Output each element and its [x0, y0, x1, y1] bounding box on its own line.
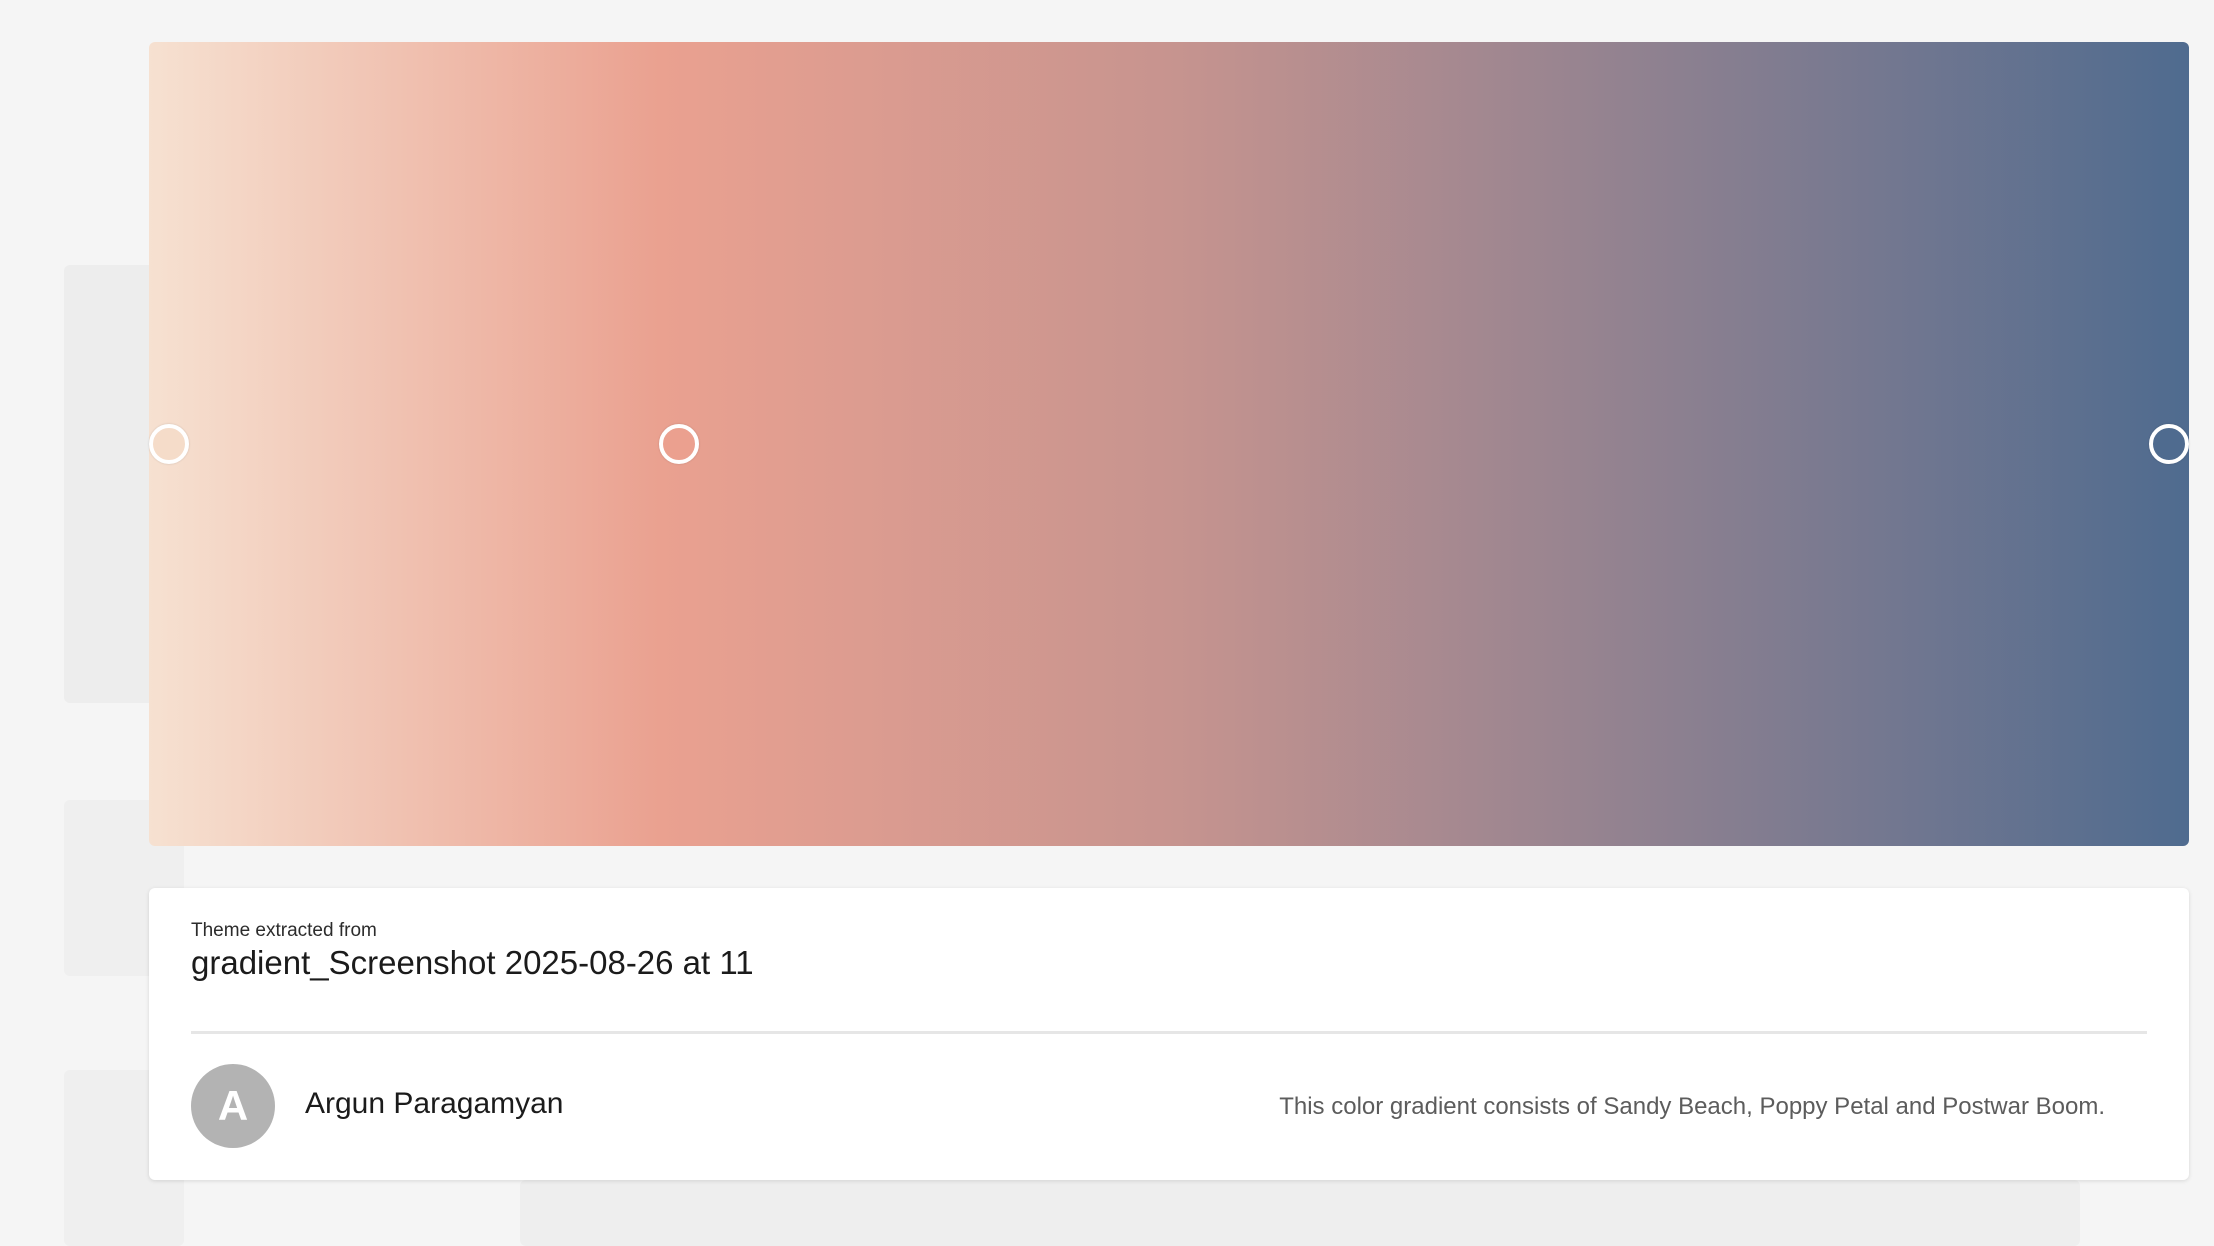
author-name-link[interactable]: Argun Paragamyan: [305, 1087, 564, 1121]
theme-info-card: Theme extracted from gradient_Screenshot…: [149, 888, 2189, 1180]
gradient-stop-postwar-boom[interactable]: [2148, 424, 2189, 464]
avatar[interactable]: A: [191, 1064, 275, 1148]
gradient-stop-poppy-petal[interactable]: [659, 424, 700, 464]
gradient-description: This color gradient consists of Sandy Be…: [1279, 1093, 2105, 1120]
theme-title: gradient_Screenshot 2025-08-26 at 11: [191, 944, 754, 981]
gradient-preview: [149, 42, 2189, 846]
avatar-initial: A: [217, 1082, 249, 1129]
divider: [191, 1031, 2147, 1034]
gradient-stop-sandy-beach[interactable]: [149, 424, 190, 464]
extracted-from-label: Theme extracted from: [191, 920, 377, 941]
background-card: [520, 1180, 2080, 1246]
page: Theme extracted from gradient_Screenshot…: [0, 0, 2214, 1246]
